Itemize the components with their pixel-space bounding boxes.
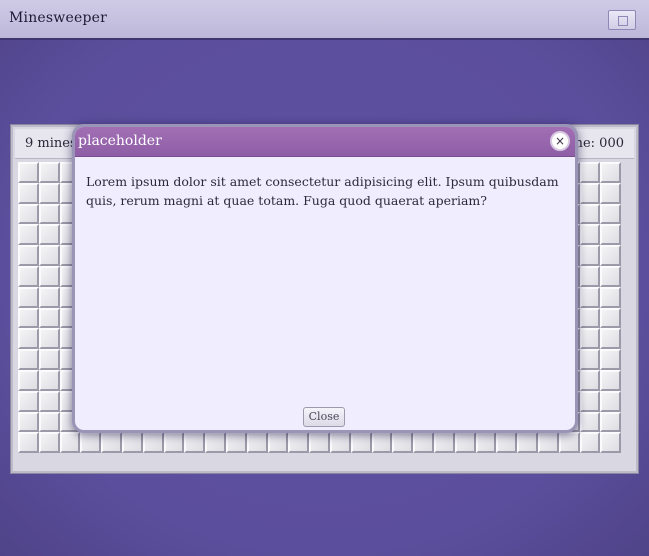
grid-cell[interactable]: [579, 182, 601, 204]
grid-cell[interactable]: [433, 432, 455, 454]
grid-cell[interactable]: [600, 328, 622, 350]
grid-cell[interactable]: [184, 432, 206, 454]
grid-cell[interactable]: [59, 432, 81, 454]
grid-cell[interactable]: [18, 182, 39, 204]
grid-cell[interactable]: [454, 432, 476, 454]
grid-cell[interactable]: [18, 203, 39, 225]
grid-cell[interactable]: [18, 349, 39, 370]
app-titlebar: Minesweeper: [0, 0, 649, 40]
grid-cell[interactable]: [18, 390, 39, 412]
grid-cell[interactable]: [600, 349, 622, 370]
grid-cell[interactable]: [600, 162, 622, 183]
grid-cell[interactable]: [142, 432, 164, 454]
grid-cell[interactable]: [121, 432, 143, 454]
grid-cell[interactable]: [579, 432, 601, 454]
grid-cell[interactable]: [18, 162, 39, 183]
grid-cell[interactable]: [371, 432, 393, 454]
grid-cell[interactable]: [38, 432, 60, 454]
grid-cell[interactable]: [579, 369, 601, 391]
grid-cell[interactable]: [101, 432, 122, 454]
grid-cell[interactable]: [579, 307, 601, 329]
grid-cell[interactable]: [600, 432, 622, 454]
grid-cell[interactable]: [558, 432, 580, 454]
grid-cell[interactable]: [329, 432, 351, 454]
grid-cell[interactable]: [38, 245, 60, 266]
grid-cell[interactable]: [38, 328, 60, 350]
grid-cell[interactable]: [38, 162, 60, 183]
grid-cell[interactable]: [18, 224, 39, 246]
grid-cell[interactable]: [537, 432, 559, 454]
grid-cell[interactable]: [413, 432, 434, 454]
grid-cell[interactable]: [600, 286, 622, 308]
grid-cell[interactable]: [18, 432, 39, 454]
grid-cell[interactable]: [392, 432, 414, 454]
grid-cell[interactable]: [163, 432, 185, 454]
grid-cell[interactable]: [579, 328, 601, 350]
grid-cell[interactable]: [38, 265, 60, 287]
grid-cell[interactable]: [579, 411, 601, 433]
grid-cell[interactable]: [18, 411, 39, 433]
grid-cell[interactable]: [600, 182, 622, 204]
grid-cell[interactable]: [80, 432, 102, 454]
app-title: Minesweeper: [9, 10, 107, 26]
grid-cell[interactable]: [496, 432, 518, 454]
grid-cell[interactable]: [38, 286, 60, 308]
grid-cell[interactable]: [225, 432, 247, 454]
modal-header: placeholder ×: [75, 127, 575, 157]
grid-cell[interactable]: [600, 307, 622, 329]
grid-cell[interactable]: [38, 349, 60, 370]
modal-dialog: placeholder × Lorem ipsum dolor sit amet…: [72, 124, 578, 433]
menu-icon: [618, 16, 628, 26]
grid-cell[interactable]: [38, 369, 60, 391]
grid-cell[interactable]: [600, 390, 622, 412]
grid-cell[interactable]: [18, 265, 39, 287]
grid-cell[interactable]: [18, 286, 39, 308]
grid-cell[interactable]: [600, 265, 622, 287]
grid-cell[interactable]: [18, 307, 39, 329]
grid-cell[interactable]: [38, 390, 60, 412]
grid-cell[interactable]: [517, 432, 538, 454]
grid-cell[interactable]: [579, 286, 601, 308]
grid-cell[interactable]: [18, 369, 39, 391]
grid-cell[interactable]: [579, 265, 601, 287]
close-icon[interactable]: ×: [550, 131, 570, 151]
modal-title: placeholder: [78, 133, 162, 149]
grid-cell[interactable]: [309, 432, 330, 454]
modal-body-text: Lorem ipsum dolor sit amet consectetur a…: [86, 174, 559, 208]
grid-cell[interactable]: [267, 432, 289, 454]
mine-counter: 9 mines: [25, 136, 77, 151]
grid-cell[interactable]: [288, 432, 310, 454]
grid-cell[interactable]: [600, 224, 622, 246]
close-button[interactable]: Close: [303, 407, 345, 427]
grid-cell[interactable]: [600, 245, 622, 266]
grid-cell[interactable]: [246, 432, 268, 454]
grid-cell[interactable]: [18, 245, 39, 266]
grid-cell[interactable]: [38, 203, 60, 225]
grid-cell[interactable]: [18, 328, 39, 350]
grid-cell[interactable]: [579, 390, 601, 412]
grid-cell[interactable]: [38, 224, 60, 246]
grid-cell[interactable]: [38, 411, 60, 433]
grid-cell[interactable]: [579, 245, 601, 266]
grid-cell[interactable]: [579, 224, 601, 246]
grid-cell[interactable]: [579, 162, 601, 183]
grid-cell[interactable]: [38, 307, 60, 329]
menu-button[interactable]: [608, 10, 636, 30]
grid-cell[interactable]: [579, 349, 601, 370]
grid-cell[interactable]: [475, 432, 497, 454]
grid-cell[interactable]: [579, 203, 601, 225]
grid-cell[interactable]: [38, 182, 60, 204]
grid-cell[interactable]: [350, 432, 372, 454]
grid-cell[interactable]: [600, 411, 622, 433]
grid-cell[interactable]: [600, 203, 622, 225]
grid-cell[interactable]: [600, 369, 622, 391]
grid-cell[interactable]: [205, 432, 226, 454]
